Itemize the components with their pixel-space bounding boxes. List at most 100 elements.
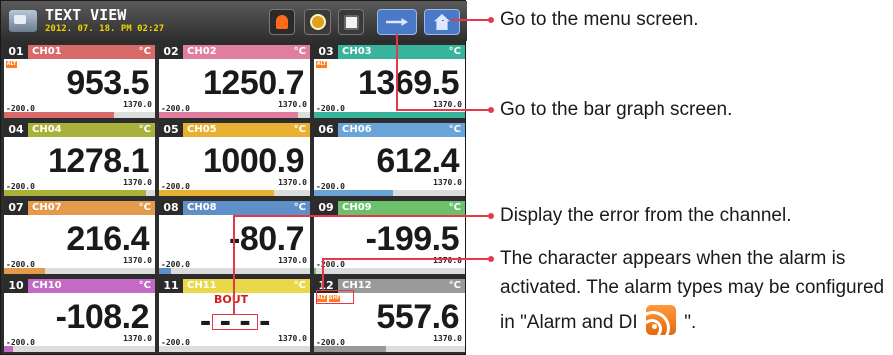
channel-value: 1250.7 [203, 64, 305, 102]
channel-value: 953.5 [66, 64, 149, 102]
alarm-and-di-icon [635, 305, 676, 345]
note-alarm-line1: The character appears when the alarm is [500, 248, 846, 269]
note-alarm-line3-prefix: in "Alarm and DI [500, 312, 638, 333]
note-bar-graph: Go to the bar graph screen. [500, 99, 733, 120]
alarm-indicator: ALT [316, 61, 327, 68]
channel-name: CH04 [32, 124, 62, 135]
channel-cell[interactable]: 06 CH06 °C 612.4 -200.0 1370.0 [314, 123, 465, 196]
level-bar-fill [4, 268, 45, 274]
channel-number: 07 [4, 201, 28, 215]
unit-label: °C [293, 46, 306, 57]
level-bar-fill [159, 190, 274, 196]
channel-cell[interactable]: 03 CH03 °C ALT 1369.5 -200.0 1370.0 [314, 45, 465, 118]
channel-name: CH07 [32, 202, 62, 213]
alarm-highlight-box [316, 290, 354, 304]
level-bar [4, 268, 155, 274]
channel-header: 02 CH02 °C [159, 45, 310, 59]
alarm-callout-line [322, 258, 490, 260]
channel-name: CH08 [187, 202, 217, 213]
channel-number: 06 [314, 123, 338, 137]
channel-value: 1000.9 [203, 142, 305, 180]
record-icon [309, 14, 326, 30]
channel-number: 08 [159, 201, 183, 215]
note-error: Display the error from the channel. [500, 205, 792, 226]
alarm-icon[interactable] [269, 9, 295, 35]
channel-cell[interactable]: 07 CH07 °C 216.4 -200.0 1370.0 [4, 201, 155, 274]
record-button[interactable] [304, 9, 331, 35]
error-callout-line [233, 215, 490, 217]
channel-cell[interactable]: 05 CH05 °C 1000.9 -200.0 1370.0 [159, 123, 310, 196]
error-callout-vline [233, 216, 235, 314]
level-bar-fill [159, 268, 171, 274]
level-bar-fill [314, 268, 316, 274]
level-bar-fill [4, 346, 13, 352]
note-alarm-line3: in "Alarm and DI ". [500, 305, 697, 345]
unit-label: °C [138, 202, 151, 213]
channel-header: 09 CH09 °C [314, 201, 465, 215]
channel-value: 612.4 [376, 142, 459, 180]
channel-name: CH06 [342, 124, 372, 135]
range-max: 1370.0 [278, 256, 307, 265]
note-menu-screen: Go to the menu screen. [500, 9, 699, 30]
channel-cell[interactable]: 04 CH04 °C 1278.1 -200.0 1370.0 [4, 123, 155, 196]
channel-number: 02 [159, 45, 183, 59]
channel-cell[interactable]: 02 CH02 °C 1250.7 -200.0 1370.0 [159, 45, 310, 118]
menu-button[interactable] [424, 9, 460, 35]
level-bar [4, 190, 155, 196]
app-logo-icon [9, 10, 37, 32]
bargraph-callout-line [396, 109, 490, 111]
range-max: 1370.0 [433, 178, 462, 187]
channel-name: CH11 [187, 280, 217, 291]
unit-label: °C [138, 46, 151, 57]
channel-number: 04 [4, 123, 28, 137]
error-callout-dot [488, 213, 494, 219]
level-bar-fill [314, 112, 465, 118]
menu-callout-dot [488, 17, 494, 23]
channel-header: 04 CH04 °C [4, 123, 155, 137]
channel-number: 10 [4, 279, 28, 293]
channel-number: 11 [159, 279, 183, 293]
level-bar-fill [4, 112, 114, 118]
level-bar [159, 190, 310, 196]
channel-value: -199.5 [365, 220, 460, 258]
channel-value: 216.4 [66, 220, 149, 258]
range-max: 1370.0 [123, 334, 152, 343]
app-title: TEXT VIEW [45, 6, 127, 24]
unit-label: °C [293, 280, 306, 291]
range-max: 1370.0 [278, 334, 307, 343]
level-bar [4, 346, 155, 352]
channel-cell[interactable]: 10 CH10 °C -108.2 -200.0 1370.0 [4, 279, 155, 352]
level-bar-fill [159, 112, 298, 118]
alarm-callout-vline [322, 259, 324, 290]
unit-label: °C [448, 124, 461, 135]
bar-graph-button[interactable] [377, 9, 417, 35]
note-alarm-line3-suffix: ". [684, 312, 697, 333]
save-button[interactable] [338, 9, 364, 35]
channel-header: 08 CH08 °C [159, 201, 310, 215]
channel-header: 03 CH03 °C [314, 45, 465, 59]
level-bar-fill [314, 346, 386, 352]
range-max: 1370.0 [278, 100, 307, 109]
level-bar [159, 112, 310, 118]
unit-label: °C [138, 124, 151, 135]
level-bar [159, 346, 310, 352]
unit-label: °C [448, 46, 461, 57]
unit-label: °C [293, 124, 306, 135]
channel-header: 01 CH01 °C [4, 45, 155, 59]
level-bar [314, 268, 465, 274]
channel-cell[interactable]: 09 CH09 °C -199.5 -200.0 1370.0 [314, 201, 465, 274]
channel-number: 01 [4, 45, 28, 59]
unit-label: °C [138, 280, 151, 291]
channel-name: CH01 [32, 46, 62, 57]
channel-cell[interactable]: 01 CH01 °C ALT 953.5 -200.0 1370.0 [4, 45, 155, 118]
note-alarm-line2: activated. The alarm types may be config… [500, 277, 885, 298]
channel-value: 1369.5 [358, 64, 460, 102]
range-max: 1370.0 [278, 178, 307, 187]
range-max: 1370.0 [433, 334, 462, 343]
channel-number: 09 [314, 201, 338, 215]
channel-name: CH10 [32, 280, 62, 291]
bargraph-callout-dot [488, 107, 494, 113]
menu-callout-line [451, 19, 491, 21]
bar-graph-icon [386, 18, 408, 26]
level-bar [314, 346, 465, 352]
